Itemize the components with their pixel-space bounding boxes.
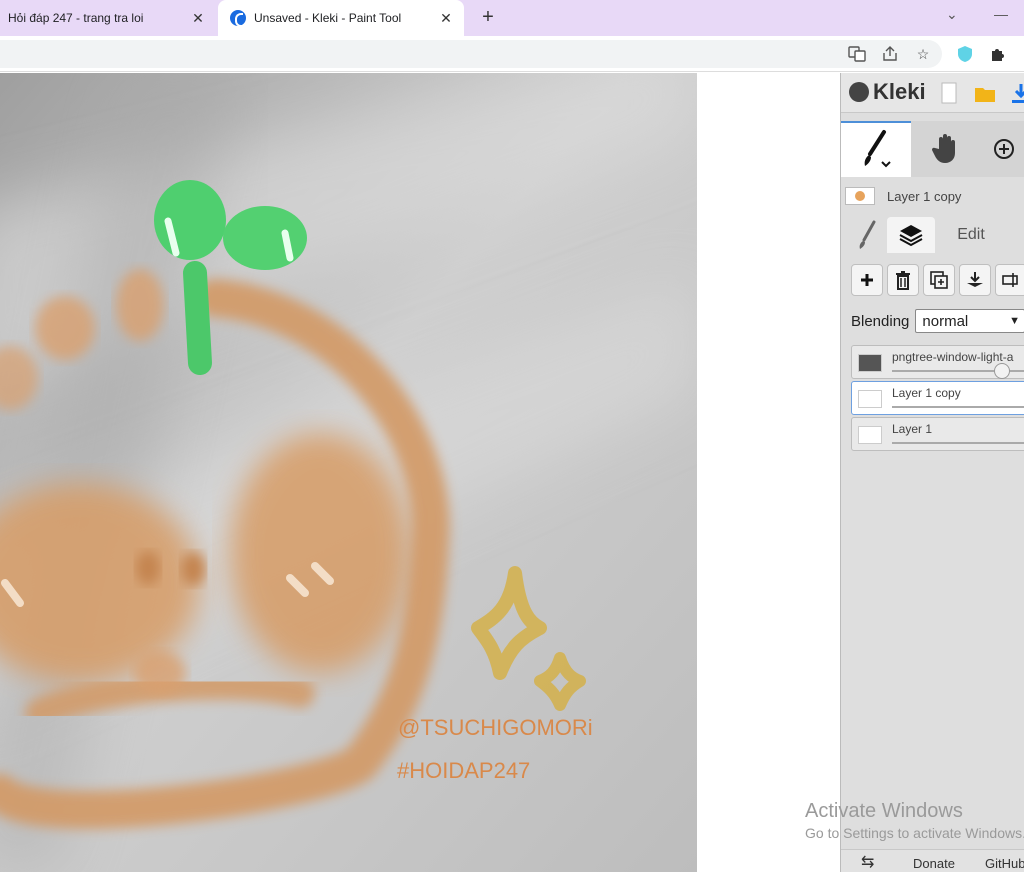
tab-search-chevron-icon[interactable]: ⌄: [946, 6, 958, 23]
share-icon[interactable]: [881, 45, 899, 63]
layer-opacity-handle[interactable]: [994, 363, 1010, 379]
rename-layer-icon: [1002, 273, 1018, 287]
extension-shield-icon[interactable]: [956, 45, 974, 63]
layer-item-layer-1[interactable]: Layer 1: [851, 417, 1024, 451]
zoom-in-icon: [994, 139, 1014, 159]
tab-hoidap247[interactable]: Hỏi đáp 247 - trang tra loi ✕: [0, 0, 216, 36]
layer-opacity-slider[interactable]: [892, 406, 1024, 408]
rename-layer-button[interactable]: [995, 264, 1024, 296]
hand-icon: [931, 134, 955, 163]
tab-kleki[interactable]: Unsaved - Kleki - Paint Tool ✕: [218, 0, 464, 36]
kleki-side-panel: Kleki Layer 1 copy Edit Blending normal …: [840, 73, 1024, 872]
duplicate-layer-button[interactable]: [923, 264, 955, 296]
delete-layer-button[interactable]: [887, 264, 919, 296]
tab-brush[interactable]: [849, 217, 885, 253]
blending-row: Blending normal ▼: [851, 309, 1024, 333]
kleki-logo-text: Kleki: [873, 79, 926, 104]
watermark-tsuchigomori: @TSUCHIGOMORi: [398, 715, 593, 740]
kleki-logo-icon: [849, 82, 869, 102]
layer-thumbnail: [858, 390, 882, 408]
add-layer-icon: [861, 274, 873, 286]
blending-value: normal: [922, 312, 969, 330]
open-folder-icon[interactable]: [973, 81, 997, 105]
minimize-window-icon[interactable]: —: [994, 6, 1008, 22]
layer-name: Layer 1 copy: [892, 386, 961, 400]
current-layer-indicator[interactable]: Layer 1 copy: [845, 185, 1024, 207]
duplicate-layer-icon: [930, 271, 948, 289]
activate-windows-overlay: Activate Windows Go to Settings to activ…: [805, 800, 1024, 841]
blending-select[interactable]: normal ▼: [915, 309, 1024, 333]
add-layer-button[interactable]: [851, 264, 883, 296]
translate-icon[interactable]: [848, 45, 866, 63]
kleki-favicon-icon: [230, 10, 246, 27]
hand-tool-button[interactable]: [911, 121, 981, 177]
kleki-logo[interactable]: Kleki: [849, 79, 926, 105]
swap-side-icon[interactable]: ⇆: [861, 852, 874, 872]
activate-windows-title: Activate Windows: [805, 800, 963, 822]
layers-icon: [899, 225, 923, 247]
browser-tabbar: Hỏi đáp 247 - trang tra loi ✕ Unsaved - …: [0, 0, 1024, 36]
close-tab-icon[interactable]: ✕: [438, 10, 454, 26]
current-layer-thumbnail: [845, 187, 875, 205]
merge-down-button[interactable]: [959, 264, 991, 296]
blending-label: Blending: [851, 312, 910, 330]
github-link[interactable]: GitHub: [985, 856, 1024, 871]
brush-icon: [859, 220, 876, 249]
brush-tool-button[interactable]: [841, 121, 911, 177]
layer-opacity-slider[interactable]: [892, 442, 1024, 444]
tab-edit[interactable]: Edit: [941, 217, 1001, 253]
new-tab-button[interactable]: +: [478, 6, 498, 28]
puzzle-icon[interactable]: [989, 45, 1007, 63]
merge-down-icon: [967, 272, 983, 287]
tab-title: Hỏi đáp 247 - trang tra loi: [8, 11, 144, 25]
layer-name: pngtree-window-light-a: [892, 350, 1014, 364]
drawing-canvas[interactable]: @TSUCHIGOMORi #HOIDAP247: [0, 73, 697, 872]
layer-action-buttons: [851, 264, 1024, 296]
tab-layers[interactable]: [887, 217, 935, 253]
layer-thumbnail: [858, 354, 882, 372]
donate-link[interactable]: Donate: [913, 856, 955, 871]
panel-footer: ⇆ Donate GitHub: [841, 849, 1024, 872]
delete-layer-icon: [896, 271, 910, 290]
browser-toolbar: ☆: [0, 36, 1024, 72]
save-download-icon[interactable]: [1009, 81, 1024, 105]
layer-item-layer-1-copy[interactable]: Layer 1 copy: [851, 381, 1024, 415]
new-image-icon[interactable]: [937, 81, 961, 105]
drawing-artwork: [0, 73, 697, 872]
layer-thumbnail: [858, 426, 882, 444]
star-icon[interactable]: ☆: [914, 45, 932, 63]
panel-header: Kleki: [841, 73, 1024, 113]
current-layer-name: Layer 1 copy: [887, 188, 962, 204]
address-bar[interactable]: [0, 40, 942, 68]
chevron-down-icon: ▼: [1009, 315, 1020, 327]
canvas-area[interactable]: @TSUCHIGOMORi #HOIDAP247: [0, 73, 840, 872]
close-tab-icon[interactable]: ✕: [190, 10, 206, 26]
zoom-in-button[interactable]: [983, 121, 1024, 177]
layer-name: Layer 1: [892, 422, 933, 436]
activate-windows-subtitle: Go to Settings to activate Windows.: [805, 825, 1024, 841]
watermark-hoidap247: #HOIDAP247: [397, 758, 531, 783]
layer-item-pngtree[interactable]: pngtree-window-light-a: [851, 345, 1024, 379]
brush-icon: [864, 130, 891, 168]
tool-row: [841, 121, 1024, 177]
panel-tabs: Edit: [841, 217, 1024, 253]
tab-title: Unsaved - Kleki - Paint Tool: [254, 11, 402, 25]
